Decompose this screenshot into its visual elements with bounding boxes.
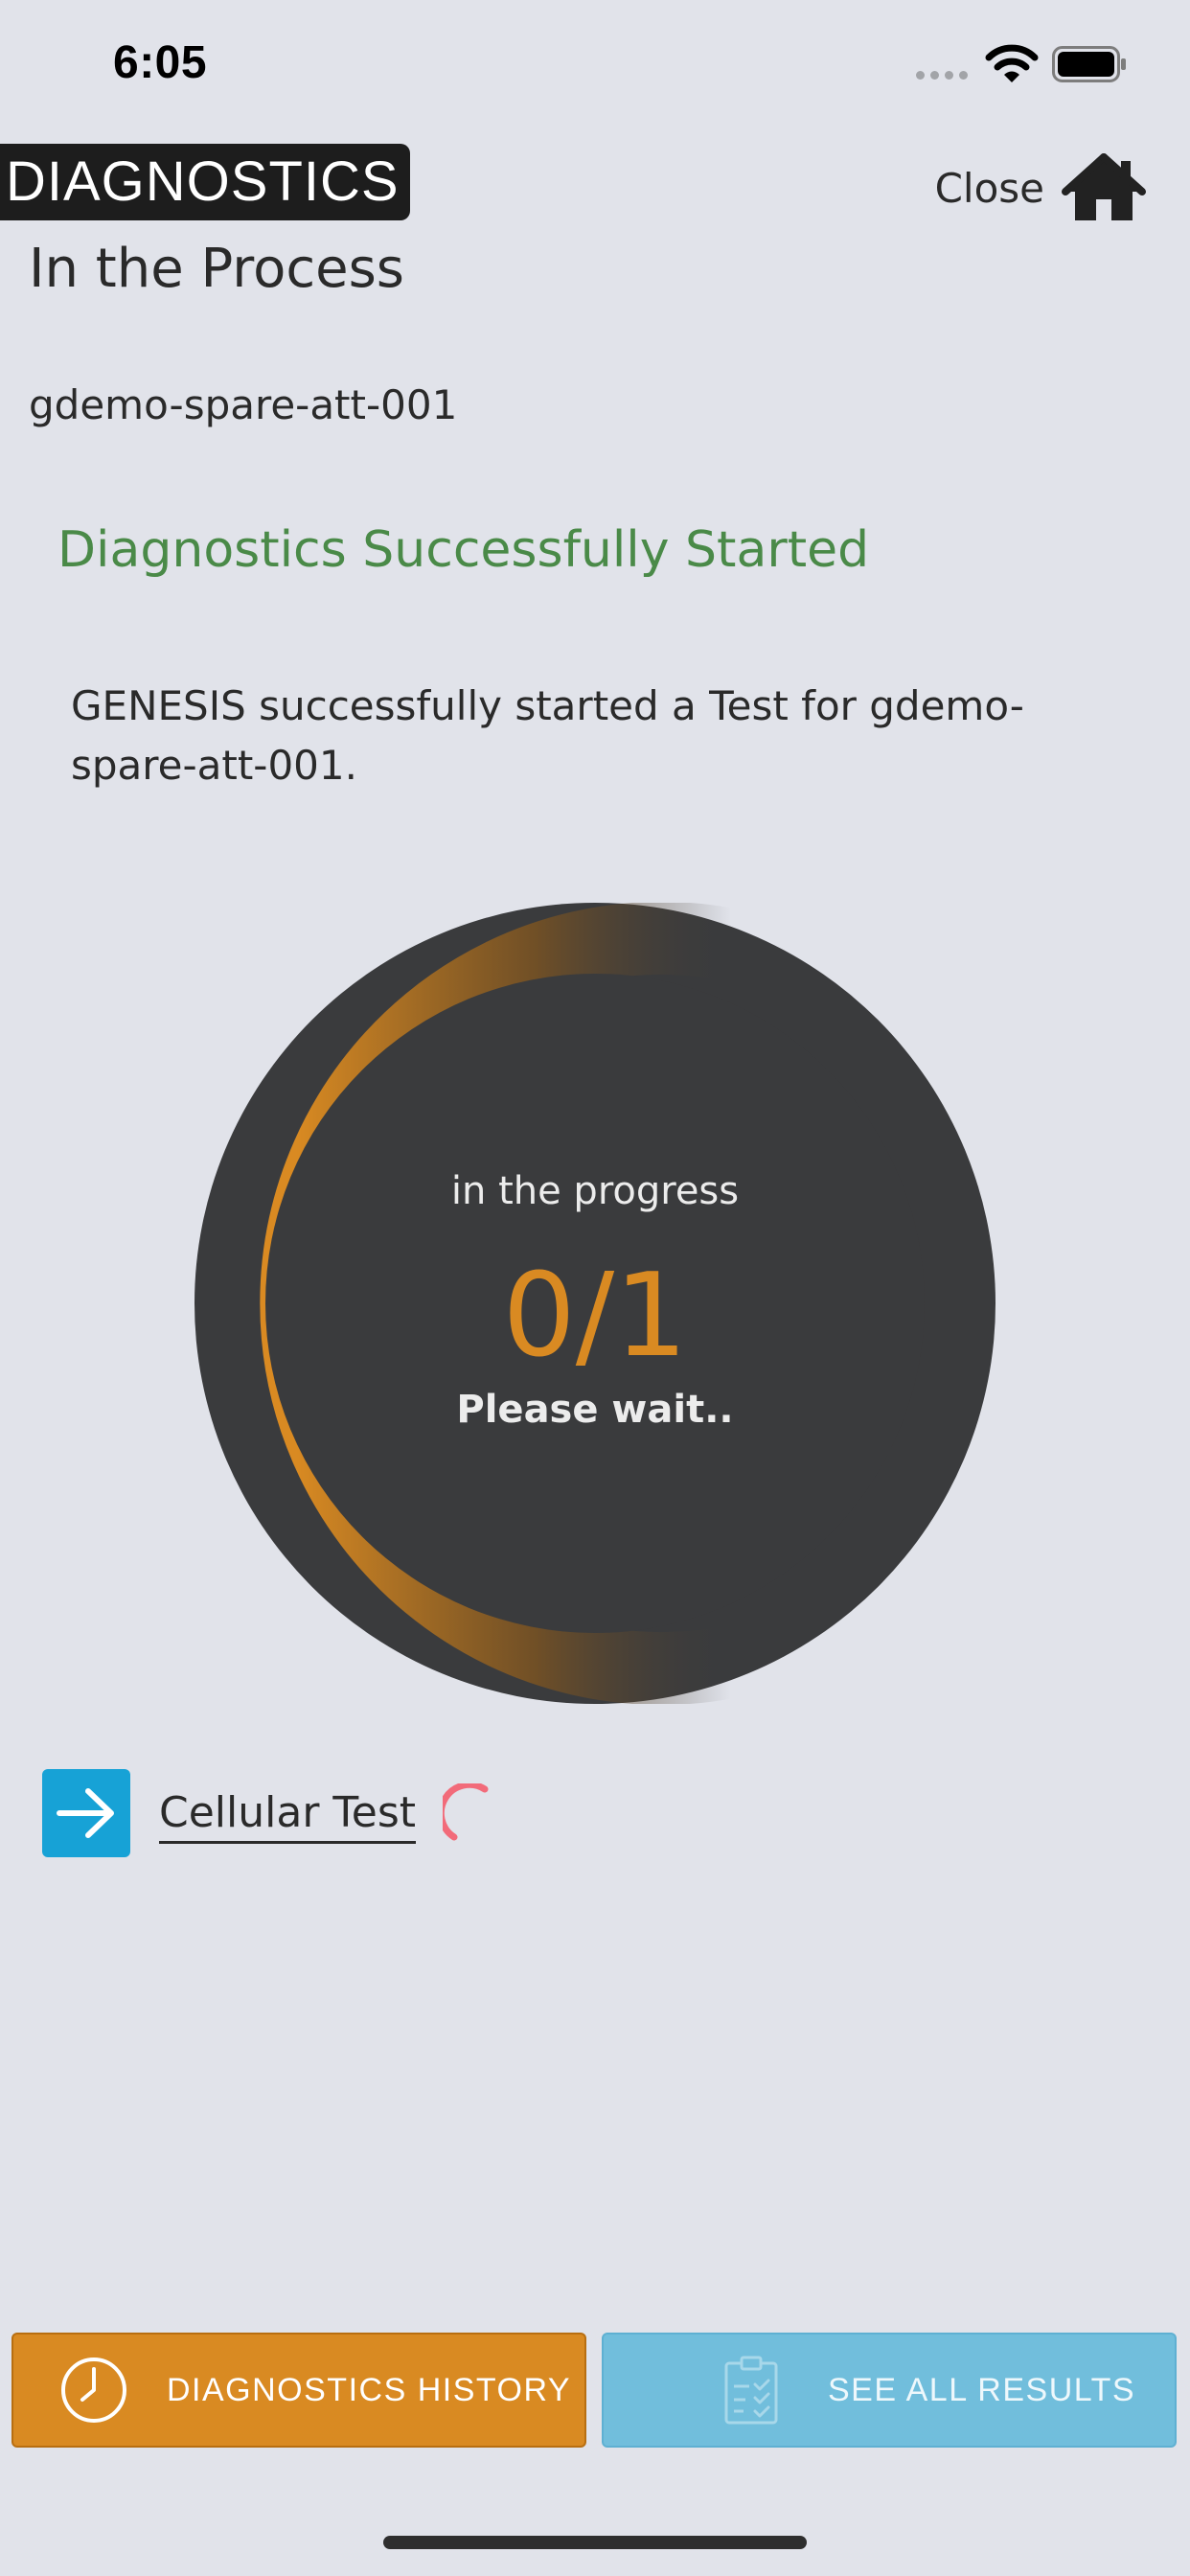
close-label: Close <box>934 164 1044 212</box>
home-indicator[interactable] <box>383 2536 807 2549</box>
progress-wait-text: Please wait.. <box>456 1388 734 1432</box>
cellular-signal-icon <box>916 71 968 80</box>
battery-icon <box>1052 46 1126 82</box>
success-message: GENESIS successfully started a Test for … <box>71 682 1024 789</box>
close-button[interactable]: Close <box>935 153 1146 222</box>
clock-icon <box>61 2358 126 2423</box>
progress-count: 0/1 <box>502 1250 688 1383</box>
test-label[interactable]: Cellular Test <box>159 1788 417 1844</box>
device-name: gdemo-spare-att-001 <box>29 381 458 428</box>
status-time: 6:05 <box>113 37 208 88</box>
app-brand-logo: DIAGNOSTICS <box>0 144 410 220</box>
success-title: Diagnostics Successfully Started <box>57 521 870 579</box>
home-icon[interactable] <box>1062 153 1146 222</box>
see-all-results-button[interactable]: SEE ALL RESULTS <box>602 2333 1177 2448</box>
loading-spinner-icon <box>443 1783 489 1841</box>
test-item-cellular[interactable]: Cellular Test <box>42 1769 491 1857</box>
see-all-results-label: SEE ALL RESULTS <box>828 2371 1136 2408</box>
arrow-right-icon[interactable] <box>42 1769 130 1857</box>
progress-ring: in the progress 0/1 Please wait.. <box>195 903 995 1704</box>
progress-caption: in the progress <box>450 1169 740 1213</box>
diagnostics-history-label: DIAGNOSTICS HISTORY <box>167 2371 572 2408</box>
clipboard-check-icon <box>724 2356 778 2425</box>
wifi-icon <box>985 44 1039 82</box>
page-title: In the Process <box>29 238 404 300</box>
diagnostics-history-button[interactable]: DIAGNOSTICS HISTORY <box>11 2333 586 2448</box>
